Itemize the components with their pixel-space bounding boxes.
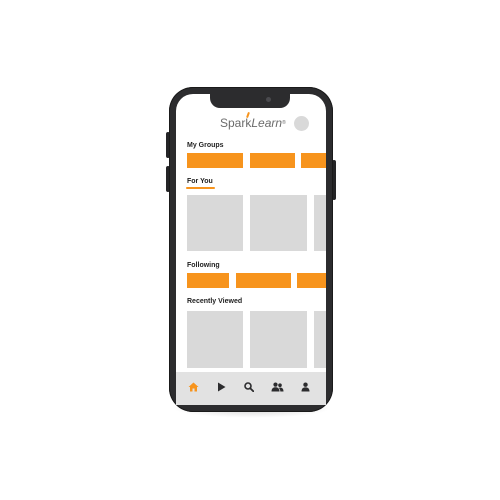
following-chip[interactable] <box>236 273 291 288</box>
tab-play[interactable] <box>211 376 231 398</box>
tab-profile[interactable] <box>295 376 315 398</box>
group-chip[interactable] <box>250 153 295 168</box>
following-chip[interactable] <box>297 273 326 288</box>
groups-icon <box>271 382 283 392</box>
for-you-card[interactable] <box>250 195 307 251</box>
section-title-my-groups: My Groups <box>187 142 224 149</box>
recently-viewed-card[interactable] <box>187 311 243 368</box>
recently-viewed-card[interactable] <box>314 311 326 368</box>
tab-groups[interactable] <box>267 376 287 398</box>
phone-notch <box>210 93 290 108</box>
avatar[interactable] <box>294 116 309 131</box>
following-chip[interactable] <box>187 273 229 288</box>
logo-text-learn: Learn <box>251 116 283 130</box>
app-logo: SparkLearn® <box>220 116 286 130</box>
home-icon <box>188 382 198 392</box>
tab-home[interactable] <box>183 376 203 398</box>
section-title-for-you[interactable]: For You <box>187 177 213 186</box>
play-icon <box>217 382 225 392</box>
group-chip[interactable] <box>301 153 326 168</box>
search-icon <box>244 382 254 392</box>
group-chip[interactable] <box>187 153 243 168</box>
for-you-card[interactable] <box>187 195 243 251</box>
logo-text-spark: Spark <box>220 116 252 130</box>
recently-viewed-card[interactable] <box>250 311 307 368</box>
for-you-card[interactable] <box>314 195 326 251</box>
for-you-underline <box>186 187 215 189</box>
logo-trademark: ® <box>282 120 286 126</box>
profile-icon <box>301 382 309 392</box>
stage: SparkLearn® My Groups For You Following … <box>0 0 500 500</box>
section-title-following: Following <box>187 262 220 269</box>
section-title-recently-viewed: Recently Viewed <box>187 298 243 305</box>
tab-search[interactable] <box>239 376 259 398</box>
front-camera <box>266 97 271 102</box>
